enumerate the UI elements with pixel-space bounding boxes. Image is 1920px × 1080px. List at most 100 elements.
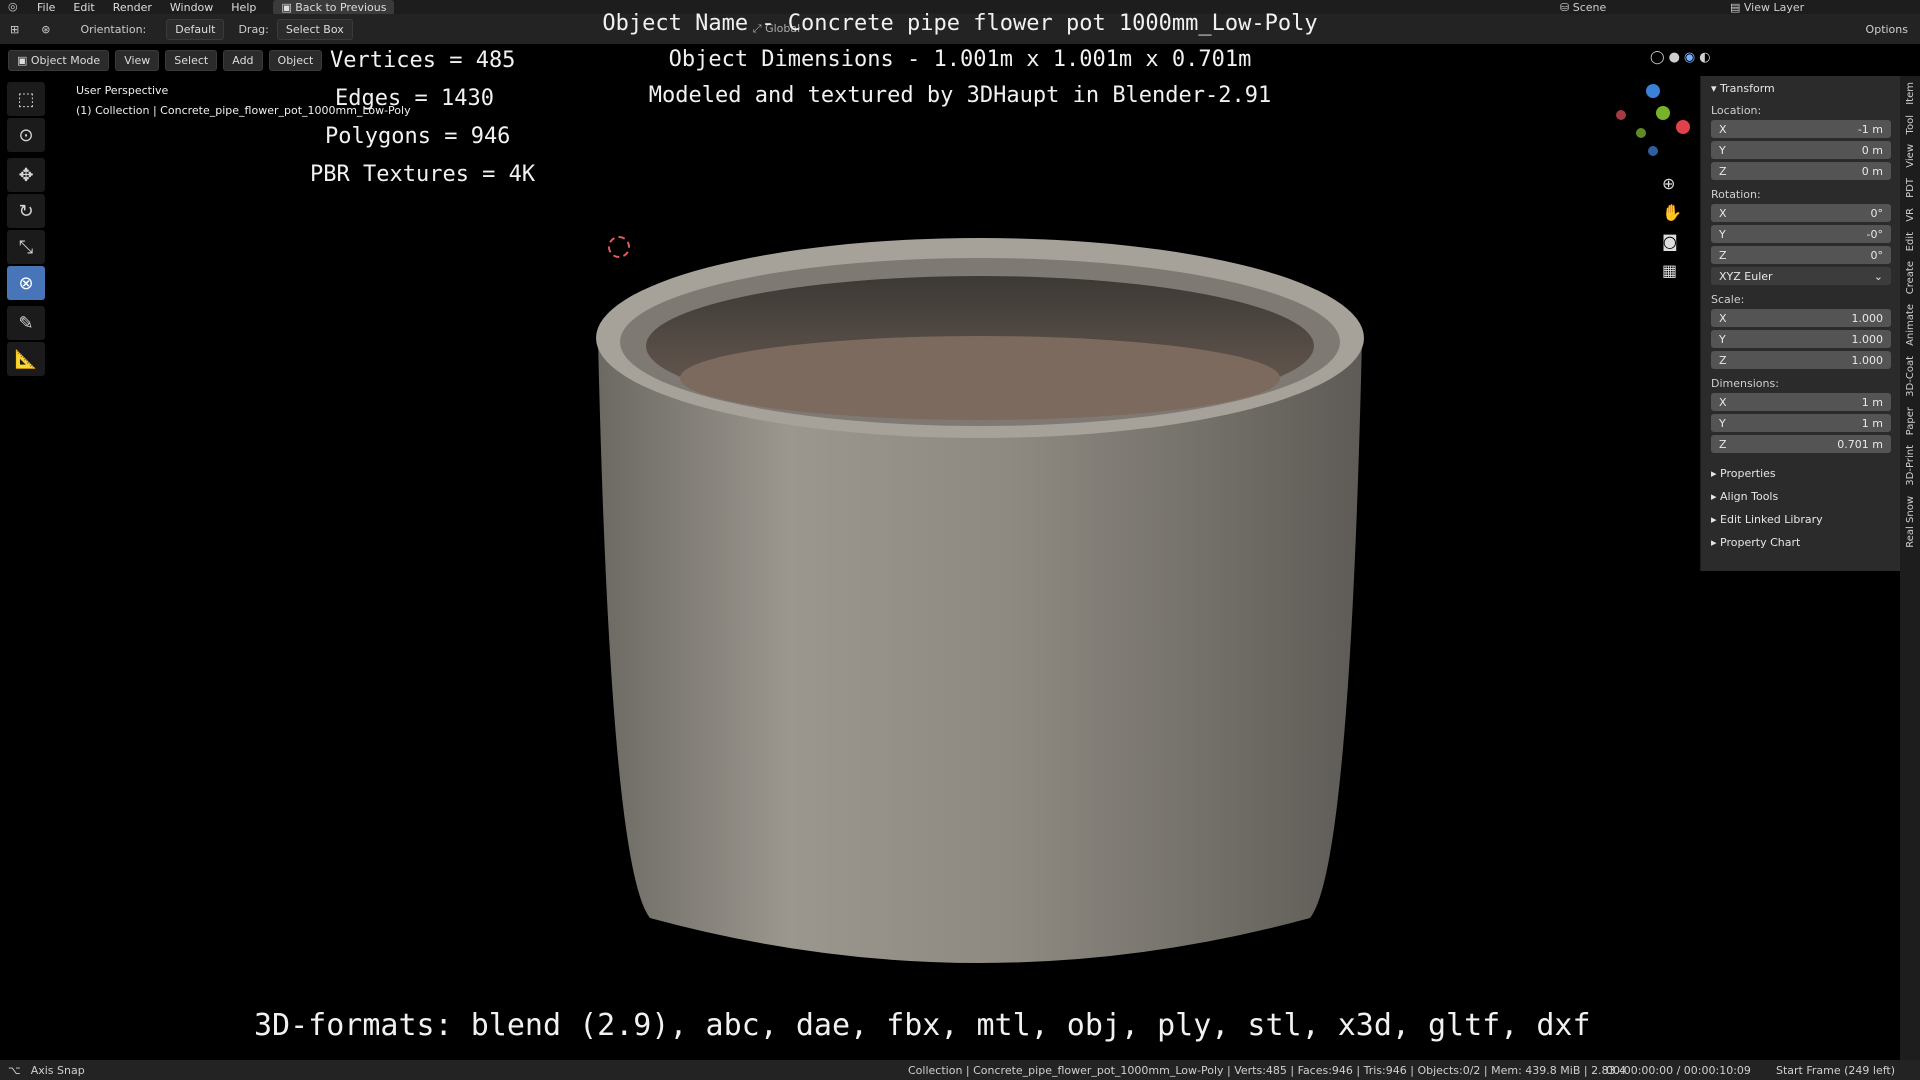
y-axis-icon[interactable]	[1656, 106, 1670, 120]
layers-icon: ▤	[1730, 0, 1744, 14]
tab-paper[interactable]: Paper	[1903, 403, 1918, 439]
menu-file[interactable]: File	[28, 1, 64, 14]
navigation-gizmo[interactable]	[1612, 84, 1692, 164]
solid-shading-icon[interactable]: ●	[1669, 50, 1680, 65]
viewport-header: ▣ Object Mode View Select Add Object	[8, 50, 323, 71]
measure-tool[interactable]: 📐	[7, 342, 45, 376]
cursor-icon: ⊙	[18, 124, 34, 146]
options-dropdown[interactable]: Options	[1866, 23, 1908, 36]
back-to-previous-button[interactable]: ▣ Back to Previous	[273, 0, 395, 15]
properties-section[interactable]: ▸ Properties	[1701, 461, 1901, 484]
cursor-tool[interactable]: ⊙	[7, 118, 45, 152]
rotation-mode-dropdown[interactable]: XYZ Euler ⌄	[1711, 267, 1891, 285]
grid-perspective-icon[interactable]: ▦	[1662, 261, 1682, 280]
annotate-icon: ✎	[18, 312, 34, 334]
dimensions-label: Dimensions:	[1711, 377, 1779, 390]
render-shading-icon[interactable]: ◐	[1699, 50, 1710, 65]
x-axis-icon[interactable]	[1676, 120, 1690, 134]
tab-item[interactable]: Item	[1903, 78, 1918, 109]
chevron-down-icon: ⌄	[1873, 269, 1883, 283]
move-tool[interactable]: ✥	[7, 158, 45, 192]
tab-pdt[interactable]: PDT	[1903, 174, 1918, 202]
add-menu[interactable]: Add	[223, 50, 263, 71]
view-menu[interactable]: View	[115, 50, 160, 71]
tab-vr[interactable]: VR	[1903, 204, 1918, 226]
neg-y-axis-icon	[1636, 128, 1646, 138]
property-chart-section[interactable]: ▸ Property Chart	[1701, 530, 1901, 553]
rotate-icon: ↻	[18, 200, 34, 222]
tab-create[interactable]: Create	[1903, 257, 1918, 298]
tab-3d-print[interactable]: 3D-Print	[1903, 441, 1918, 490]
tab-3d-coat[interactable]: 3D-Coat	[1903, 352, 1918, 401]
scene-stats: Collection | Concrete_pipe_flower_pot_10…	[908, 1063, 1627, 1077]
location-x-field[interactable]: X -1 m	[1711, 120, 1891, 138]
transform-icon: ⊗	[18, 272, 34, 294]
pan-hand-icon[interactable]: ✋	[1662, 203, 1682, 222]
rotation-z-field[interactable]: Z 0°	[1711, 246, 1891, 264]
wireframe-shading-icon[interactable]: ◯	[1650, 50, 1665, 65]
scale-tool[interactable]: ⤡	[7, 230, 45, 264]
object-mode-dropdown[interactable]: ▣ Object Mode	[8, 50, 110, 71]
dimensions-z-field[interactable]: Z 0.701 m	[1711, 435, 1891, 453]
scale-icon: ⤡	[18, 236, 34, 258]
select-box-tool[interactable]: ⬚	[7, 82, 45, 116]
editor-type-icon[interactable]: ⊞	[10, 23, 19, 36]
location-label: Location:	[1711, 104, 1762, 117]
tab-real-snow[interactable]: Real Snow	[1903, 492, 1918, 552]
axis-snap-icon: ⌥	[8, 1063, 21, 1077]
dimensions-x-field[interactable]: X1 m	[1711, 393, 1891, 411]
location-z-field[interactable]: Z0 m	[1711, 162, 1891, 180]
viewport-perspective-label: User Perspective	[76, 84, 169, 97]
select-box-icon: ⬚	[17, 88, 35, 110]
mesh-stats-overlay: Vertices = 485 Edges = 1430 Polygons = 9…	[310, 42, 535, 194]
object-mode-icon[interactable]: ⊛	[41, 23, 50, 36]
viewport-nav-buttons: ⊕ ✋ ◙ ▦	[1662, 174, 1682, 280]
status-bar: ⌥ Axis Snap Collection | Concrete_pipe_f…	[0, 1060, 1920, 1080]
modeled-by-line: Modeled and textured by 3DHaupt in Blend…	[648, 83, 1272, 108]
material-shading-icon[interactable]: ◉	[1684, 50, 1695, 65]
menu-window[interactable]: Window	[161, 1, 222, 14]
drag-dropdown[interactable]: Select Box	[276, 18, 353, 40]
tab-edit[interactable]: Edit	[1903, 228, 1918, 255]
transform-header[interactable]: ▾ Transform	[1701, 76, 1901, 99]
tab-animate[interactable]: Animate	[1903, 300, 1918, 350]
scene-selector[interactable]: ⛁ Scene	[1560, 1, 1606, 14]
object-name-line: Object Name - Concrete pipe flower pot 1…	[602, 11, 1318, 36]
scale-z-field[interactable]: Z 1.000	[1711, 351, 1891, 369]
back-icon: ▣	[281, 0, 296, 14]
scene-icon: ⛁	[1560, 0, 1573, 14]
zoom-icon[interactable]: ⊕	[1662, 174, 1682, 193]
z-axis-icon[interactable]	[1646, 84, 1660, 98]
menu-edit[interactable]: Edit	[64, 1, 103, 14]
menu-help[interactable]: Help	[222, 1, 265, 14]
select-menu[interactable]: Select	[165, 50, 218, 71]
axis-snap-label: Axis Snap	[30, 1063, 85, 1077]
location-y-field[interactable]: Y0 m	[1711, 141, 1891, 159]
blender-logo-icon[interactable]: ◎	[8, 0, 18, 13]
scale-y-field[interactable]: Y 1.000	[1711, 330, 1891, 348]
flower-pot-render[interactable]	[590, 218, 1370, 1008]
view-layer-selector[interactable]: ▤ View Layer	[1730, 1, 1804, 14]
3d-viewport[interactable]: ▣ Object Mode View Select Add Object ◯ ●…	[0, 11, 1711, 1061]
rotation-x-field[interactable]: X 0°	[1711, 204, 1891, 222]
rotation-y-field[interactable]: Y -0°	[1711, 225, 1891, 243]
orientation-dropdown[interactable]: Default	[166, 18, 225, 40]
rotation-label: Rotation:	[1711, 188, 1761, 201]
align-tools-section[interactable]: ▸ Align Tools	[1701, 484, 1901, 507]
annotate-tool[interactable]: ✎	[7, 306, 45, 340]
tab-tool[interactable]: Tool	[1903, 111, 1918, 138]
camera-icon[interactable]: ◙	[1662, 232, 1682, 251]
object-dimensions-line: Object Dimensions - 1.001m x 1.001m x 0.…	[668, 47, 1252, 72]
rotate-tool[interactable]: ↻	[7, 194, 45, 228]
scale-x-field[interactable]: X 1.000	[1711, 309, 1891, 327]
sidebar-tabs: Item Tool View PDT VR Edit Create Animat…	[1900, 76, 1920, 1066]
vertices-count: Vertices = 485	[330, 48, 516, 73]
mode-icon: ▣	[17, 54, 31, 67]
tab-view[interactable]: View	[1903, 140, 1918, 172]
edit-linked-library-section[interactable]: ▸ Edit Linked Library	[1701, 507, 1901, 530]
dimensions-y-field[interactable]: Y1 m	[1711, 414, 1891, 432]
transform-tool[interactable]: ⊗	[7, 266, 45, 300]
pbr-textures-label: PBR Textures = 4K	[310, 162, 536, 187]
menu-render[interactable]: Render	[104, 1, 161, 14]
formats-overlay: 3D-formats: blend (2.9), abc, dae, fbx, …	[254, 1008, 1591, 1043]
